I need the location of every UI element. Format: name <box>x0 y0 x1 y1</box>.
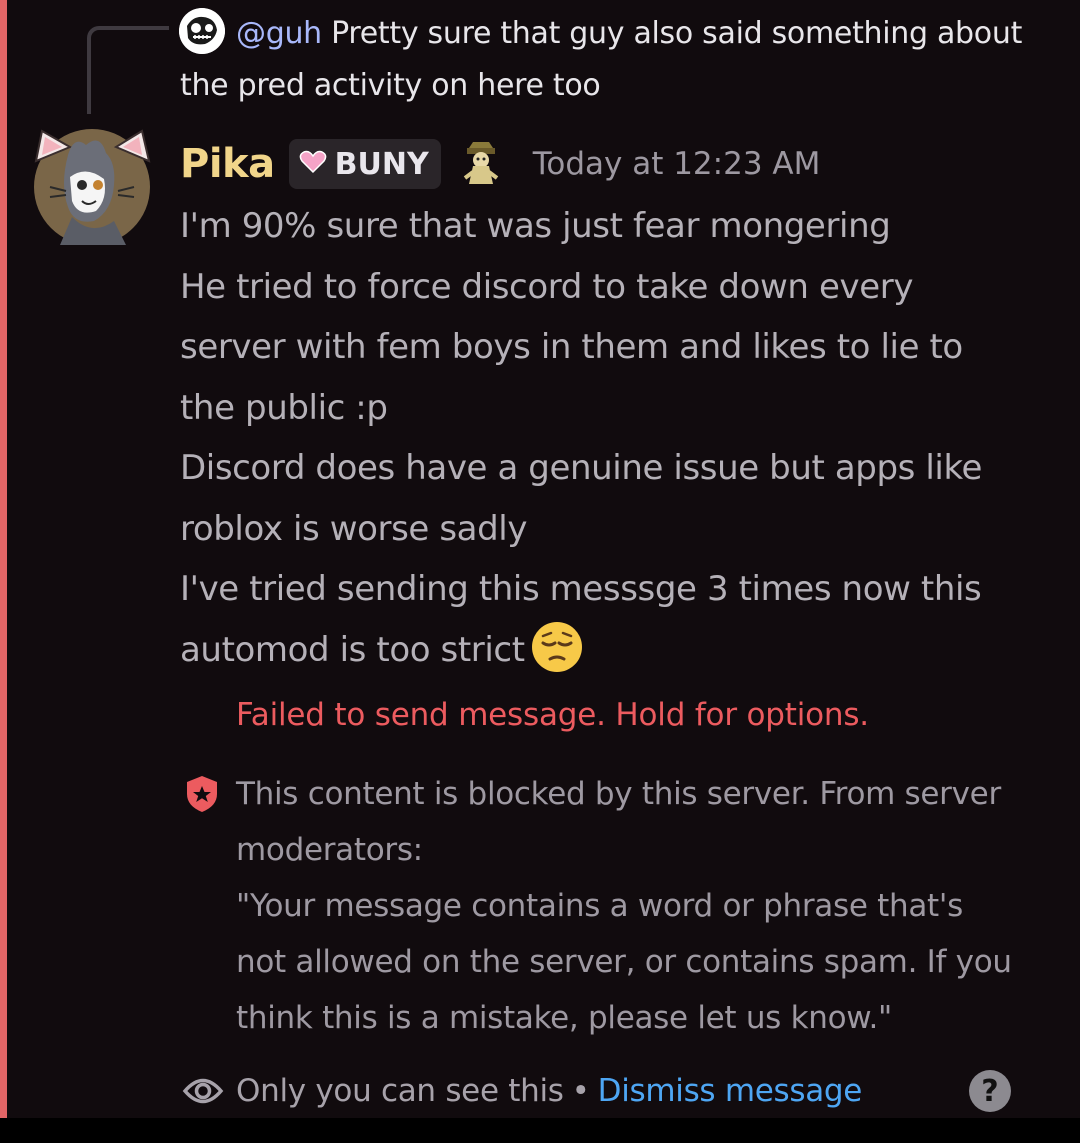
message-line: the public :p <box>180 387 388 428</box>
automod-shield-icon <box>184 774 220 814</box>
blocked-line: think this is a mistake, please let us k… <box>236 1000 892 1036</box>
chat-view: @guh Pretty sure that guy also said some… <box>0 0 1080 1118</box>
message-line: He tried to force discord to take down e… <box>180 266 914 307</box>
message-line: I'm 90% sure that was just fear mongerin… <box>180 206 891 246</box>
reply-preview[interactable]: @guh Pretty sure that guy also said some… <box>180 8 1040 112</box>
dismiss-message-link[interactable]: Dismiss message <box>598 1073 863 1109</box>
message-line: server with fem boys in them and likes t… <box>180 327 963 367</box>
blocked-line: moderators: <box>236 832 423 868</box>
reply-connector <box>87 26 169 114</box>
server-tag[interactable]: BUNY <box>288 139 441 189</box>
message-header: Pika BUNY Today at 12:23 AM <box>180 132 820 196</box>
blocked-line: This content is blocked by this server. … <box>236 776 1001 812</box>
server-tag-label: BUNY <box>334 146 429 182</box>
blocked-line: "Your message contains a word or phrase … <box>236 888 963 924</box>
message-line-text: automod is too strict <box>180 629 525 670</box>
blocked-content-notice: This content is blocked by this server. … <box>236 766 1046 1046</box>
failed-message-highlight-bar <box>0 0 7 1118</box>
bottom-edge <box>0 1118 1080 1143</box>
message-line-last: automod is too strict <box>180 620 1060 681</box>
doll-icon <box>457 138 505 190</box>
message-line: I've tried sending this messsge 3 times … <box>180 569 982 609</box>
blocked-line: not allowed on the server, or contains s… <box>236 944 1012 980</box>
ephemeral-footer: Only you can see this • Dismiss message <box>182 1062 862 1120</box>
heart-icon <box>299 147 327 182</box>
username[interactable]: Pika <box>180 141 275 187</box>
help-icon[interactable]: ? <box>969 1070 1011 1112</box>
eye-icon <box>182 1074 224 1108</box>
reply-mention[interactable]: @guh <box>236 16 322 51</box>
visibility-notice: Only you can see this <box>236 1073 564 1109</box>
message-timestamp: Today at 12:23 AM <box>532 146 821 182</box>
pensive-face-icon[interactable] <box>531 621 583 673</box>
message-line: Discord does have a genuine issue but ap… <box>180 448 983 488</box>
message-line: roblox is worse sadly <box>180 508 528 549</box>
failed-to-send-notice[interactable]: Failed to send message. Hold for options… <box>236 697 869 733</box>
separator-dot: • <box>571 1073 590 1109</box>
user-avatar[interactable] <box>30 125 155 250</box>
message-content[interactable]: I'm 90% sure that was just fear mongerin… <box>180 196 1060 680</box>
